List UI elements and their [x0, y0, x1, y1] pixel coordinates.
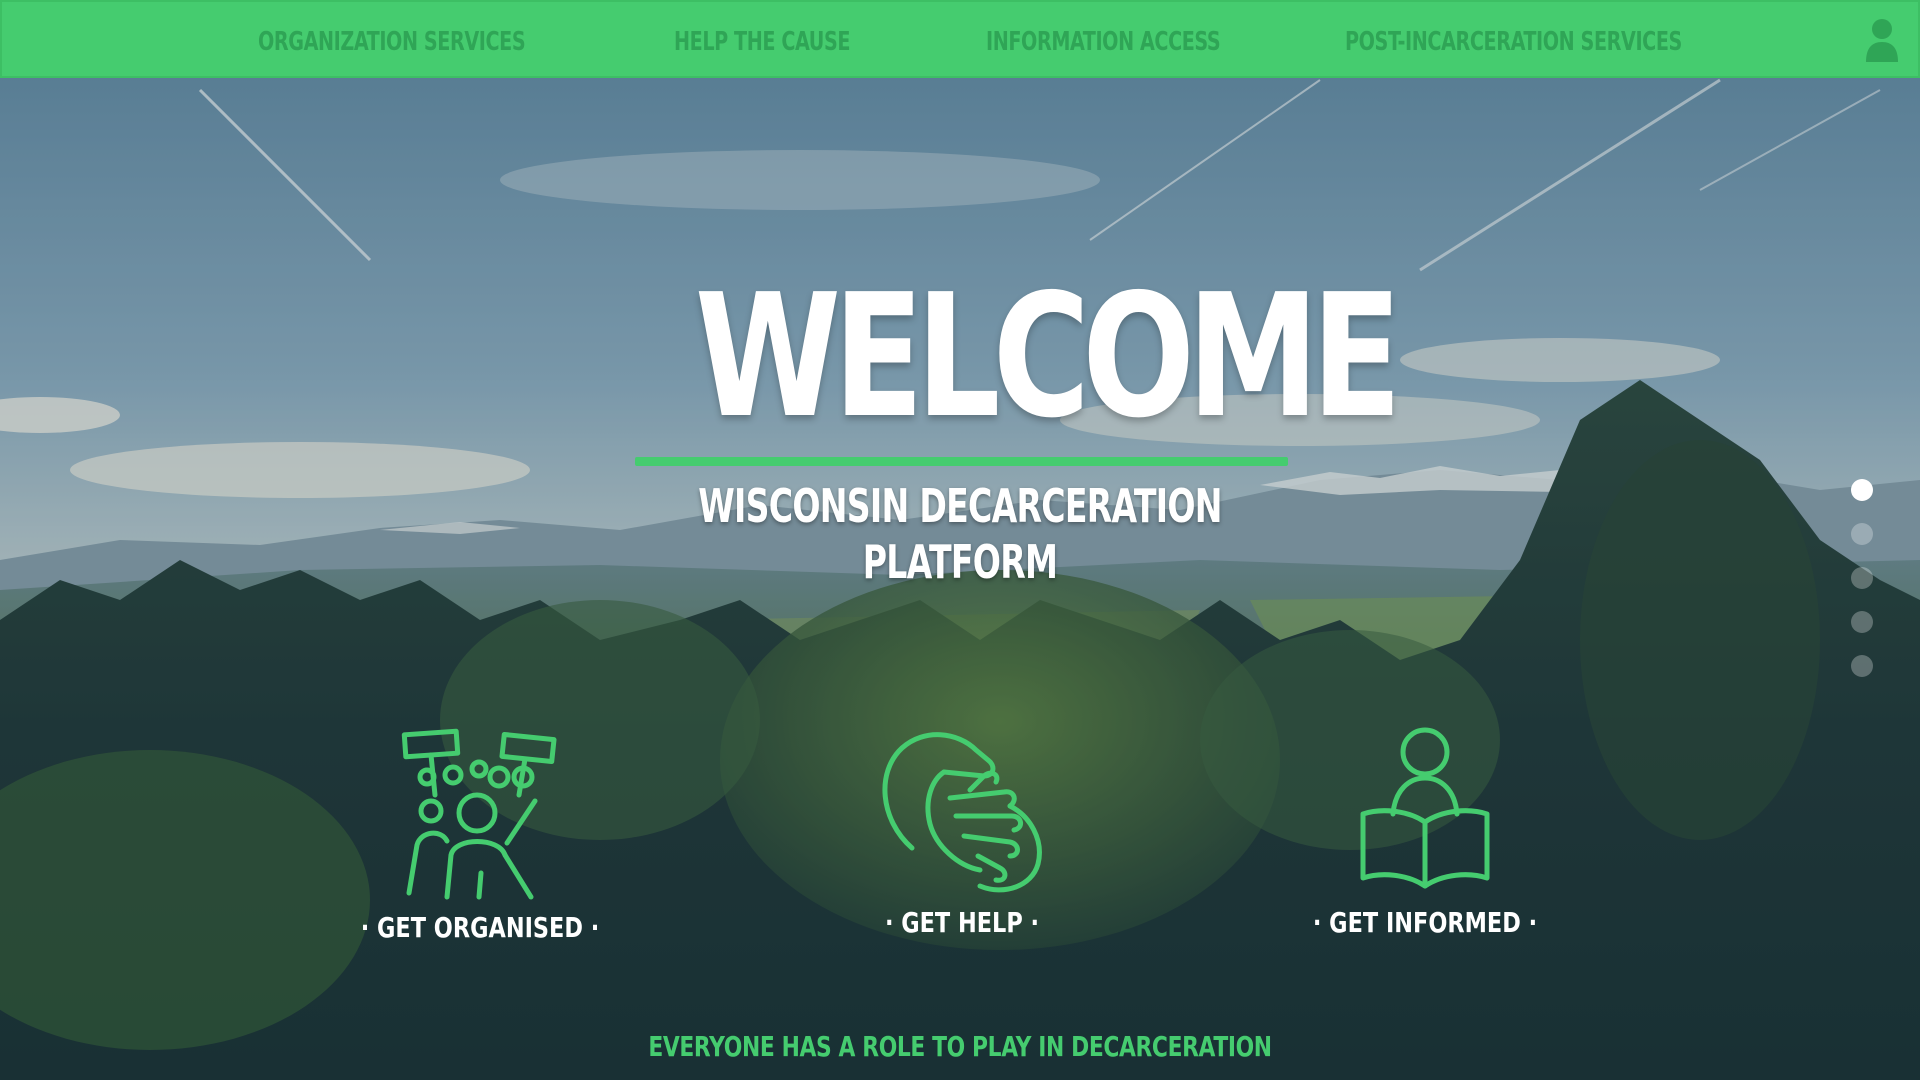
get-organised-tile[interactable]: · GET ORGANISED ·	[330, 725, 630, 945]
user-icon	[1866, 19, 1898, 62]
nav-information-access[interactable]: INFORMATION ACCESS	[986, 22, 1221, 62]
get-informed-label: · GET INFORMED ·	[1312, 906, 1538, 939]
tagline: EVERYONE HAS A ROLE TO PLAY IN DECARCERA…	[648, 1030, 1272, 1063]
carousel-dot-1[interactable]	[1851, 479, 1873, 501]
protest-crowd-icon	[401, 728, 557, 900]
nav-post-incarceration-services[interactable]: POST-INCARCERATION SERVICES	[1345, 22, 1682, 62]
reader-book-icon	[1360, 727, 1490, 889]
hero-subtitle: WISCONSIN DECARCERATION PLATFORM	[698, 479, 1222, 589]
nav-help-the-cause[interactable]: HELP THE CAUSE	[674, 22, 850, 62]
top-navigation-bar: ORGANIZATION SERVICES HELP THE CAUSE INF…	[0, 0, 1920, 78]
carousel-dot-4[interactable]	[1851, 611, 1873, 633]
helping-hands-icon	[882, 732, 1042, 893]
get-organised-label: · GET ORGANISED ·	[360, 911, 600, 944]
get-help-label: · GET HELP ·	[884, 906, 1040, 939]
carousel-dot-2[interactable]	[1851, 523, 1873, 545]
hero-title: WELCOME	[694, 258, 1402, 456]
get-informed-tile[interactable]: · GET INFORMED ·	[1275, 722, 1575, 940]
carousel-dot-5[interactable]	[1851, 655, 1873, 677]
carousel-pagination	[1851, 479, 1875, 699]
nav-organization-services[interactable]: ORGANIZATION SERVICES	[258, 22, 526, 62]
carousel-dot-3[interactable]	[1851, 567, 1873, 589]
hero-divider	[635, 457, 1288, 466]
get-help-tile[interactable]: · GET HELP ·	[812, 720, 1112, 940]
user-account-button[interactable]	[1864, 18, 1900, 64]
